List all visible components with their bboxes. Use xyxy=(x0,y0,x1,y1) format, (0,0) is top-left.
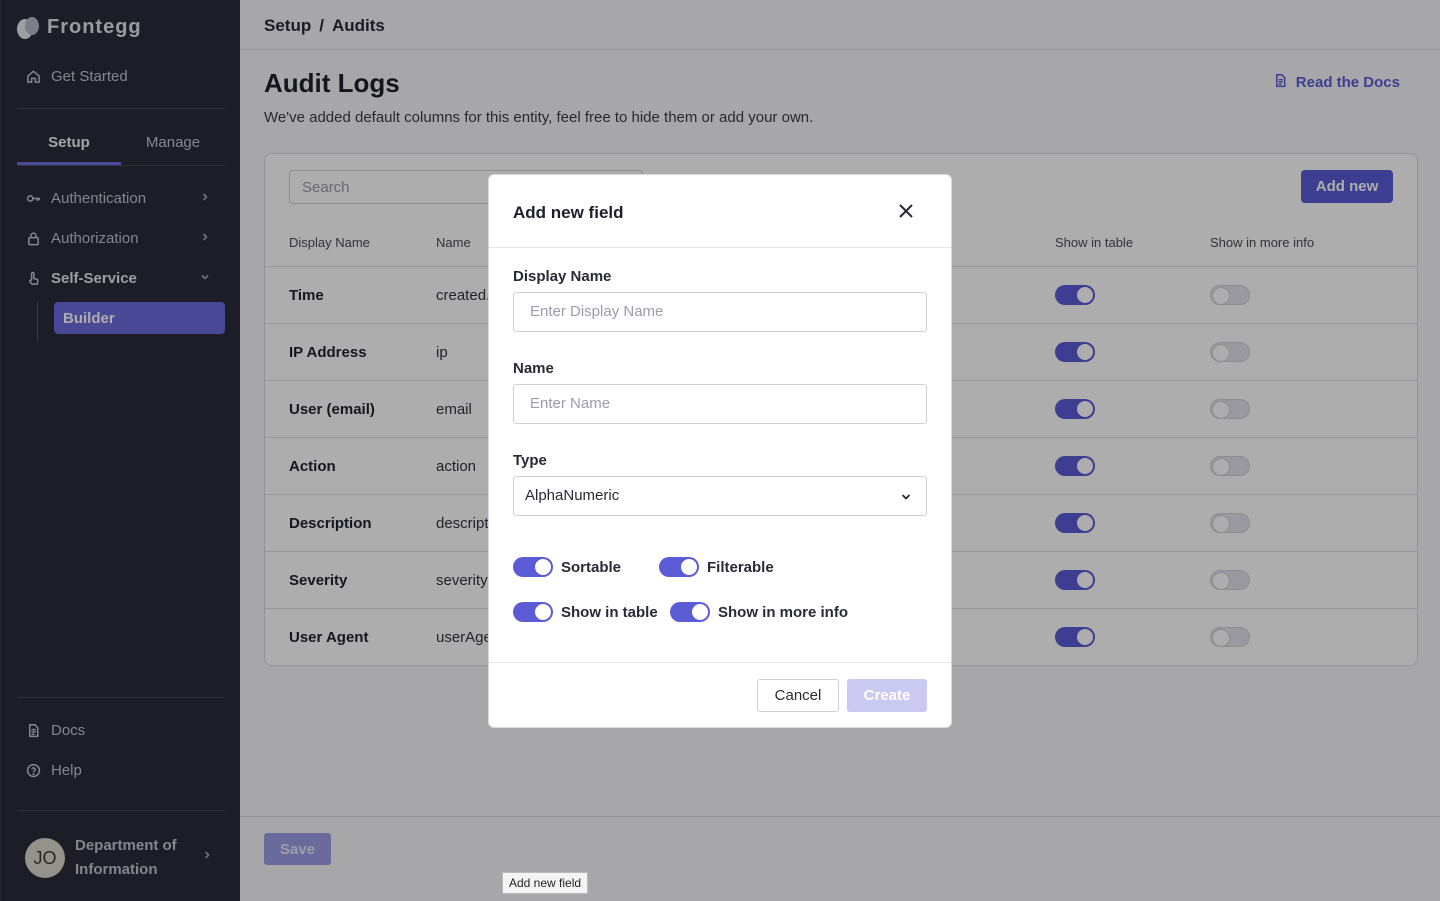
show-in-more-info-switch[interactable] xyxy=(670,602,710,622)
name-input[interactable]: Enter Name xyxy=(513,384,927,424)
name-label: Name xyxy=(513,360,554,377)
close-icon[interactable] xyxy=(897,202,917,222)
type-label: Type xyxy=(513,452,547,469)
create-button[interactable]: Create xyxy=(847,679,927,712)
display-name-label: Display Name xyxy=(513,268,612,285)
show-in-more-info-label: Show in more info xyxy=(718,603,848,621)
chevron-down-icon xyxy=(901,494,911,500)
modal-footer-divider xyxy=(489,662,951,663)
filterable-switch[interactable] xyxy=(659,557,699,577)
modal-title: Add new field xyxy=(513,203,624,222)
sortable-switch[interactable] xyxy=(513,557,553,577)
filterable-toggle[interactable]: Filterable xyxy=(659,557,774,577)
add-field-modal: Add new field Display Name Enter Display… xyxy=(488,174,952,728)
show-in-table-label: Show in table xyxy=(561,603,658,621)
filterable-label: Filterable xyxy=(707,558,774,576)
show-in-table-toggle[interactable]: Show in table xyxy=(513,602,658,622)
type-select[interactable]: AlphaNumeric xyxy=(513,476,927,516)
type-select-value: AlphaNumeric xyxy=(525,487,620,504)
cancel-button[interactable]: Cancel xyxy=(757,679,839,712)
tooltip: Add new field xyxy=(502,872,589,894)
sortable-label: Sortable xyxy=(561,558,622,576)
show-in-more-info-toggle[interactable]: Show in more info xyxy=(670,602,848,622)
sortable-toggle[interactable]: Sortable xyxy=(513,557,621,577)
display-name-input[interactable]: Enter Display Name xyxy=(513,292,927,332)
show-in-table-switch[interactable] xyxy=(513,602,553,622)
modal-header: Add new field xyxy=(489,175,951,248)
